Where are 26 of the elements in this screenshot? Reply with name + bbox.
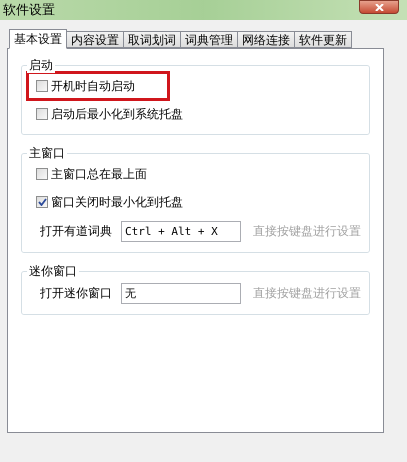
checkbox[interactable] — [36, 196, 48, 208]
group-title: 启动 — [27, 57, 55, 73]
tab[interactable]: 词典管理 — [180, 31, 238, 48]
group-title: 主窗口 — [27, 145, 67, 161]
checkbox-label: 窗口关闭时最小化到托盘 — [51, 194, 183, 211]
tab[interactable]: 内容设置 — [66, 31, 124, 48]
window-title: 软件设置 — [3, 4, 55, 16]
checkbox-label: 启动后最小化到系统托盘 — [51, 106, 183, 123]
checkbox[interactable] — [36, 168, 48, 180]
tab[interactable]: 基本设置 — [9, 29, 67, 49]
hint-text: 直接按键盘进行设置 — [253, 223, 361, 240]
hint-text: 直接按键盘进行设置 — [253, 285, 361, 302]
hotkey-field[interactable]: Ctrl + Alt + X — [121, 220, 241, 242]
checkbox-label: 主窗口总在最上面 — [51, 166, 147, 183]
field-label: 打开迷你窗口 — [40, 285, 113, 302]
checkbox[interactable] — [36, 108, 48, 120]
field-label: 打开有道词典 — [40, 223, 113, 240]
close-button[interactable] — [359, 0, 399, 14]
hotkey-field[interactable]: 无 — [121, 282, 241, 304]
tab[interactable]: 取词划词 — [123, 31, 181, 48]
tab[interactable]: 软件更新 — [294, 31, 352, 48]
group-title: 迷你窗口 — [27, 263, 79, 279]
checkbox-label: 开机时自动启动 — [51, 78, 135, 95]
checkbox[interactable] — [36, 80, 48, 92]
close-icon — [374, 4, 384, 10]
tab[interactable]: 网络连接 — [237, 31, 295, 48]
